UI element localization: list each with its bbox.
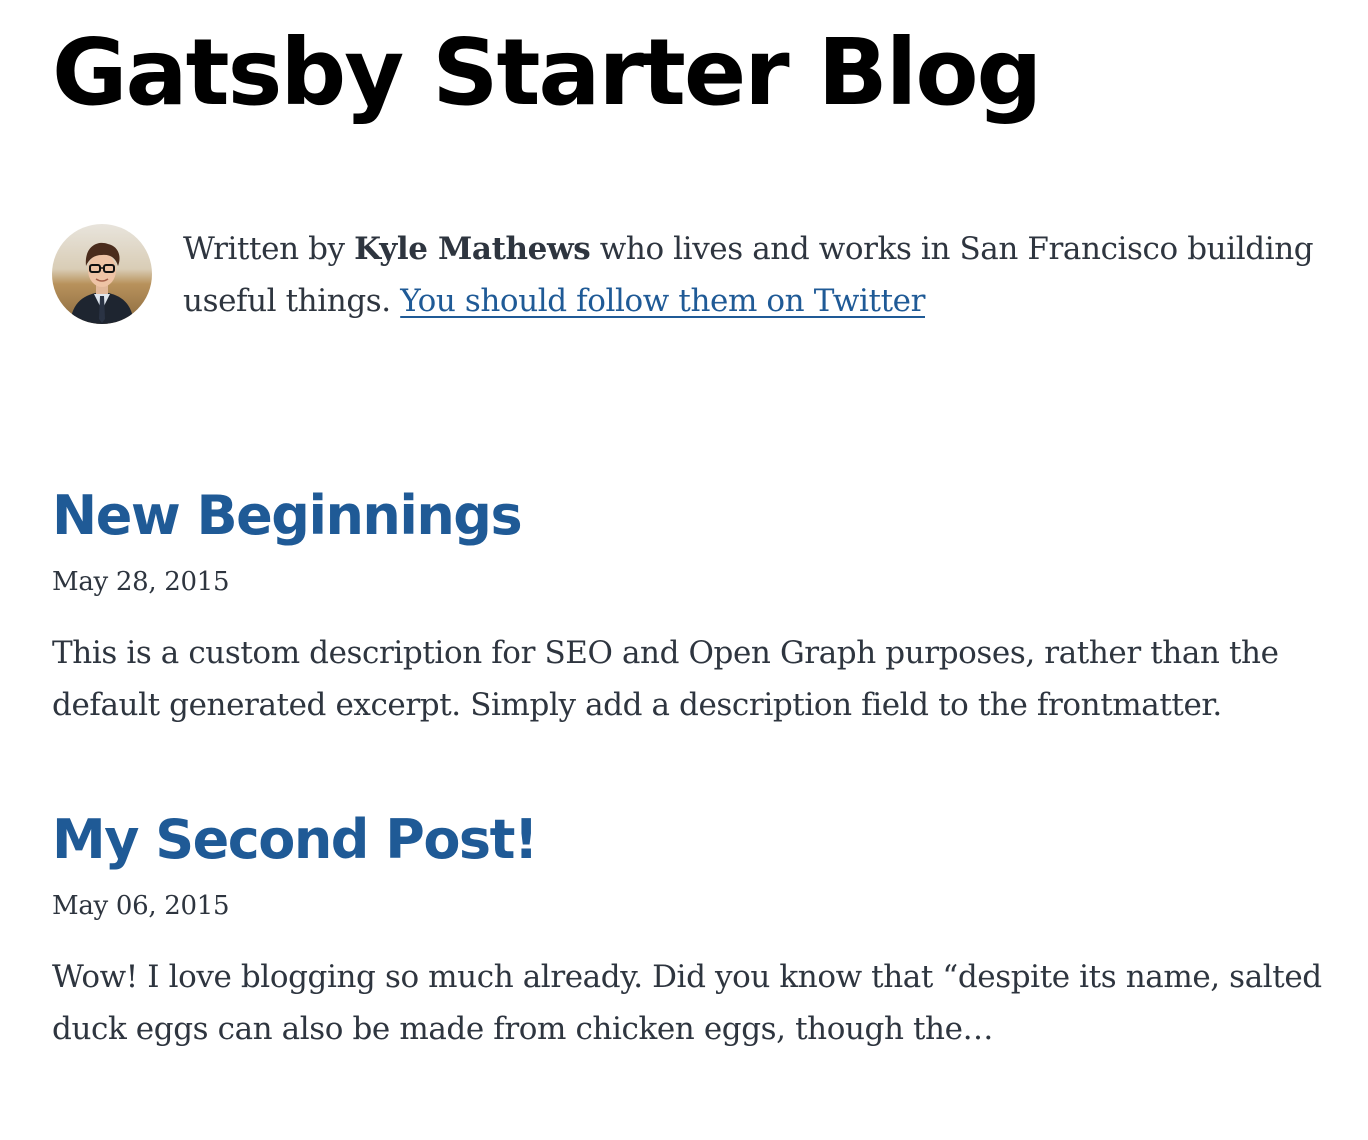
- avatar-photo-icon: [52, 224, 152, 324]
- post-date: May 06, 2015: [52, 890, 230, 921]
- post-item: New Beginnings May 28, 2015 This is a cu…: [52, 484, 1322, 731]
- author-name: Kyle Mathews: [354, 231, 591, 267]
- bio-prefix: Written by: [183, 231, 355, 267]
- twitter-link[interactable]: You should follow them on Twitter: [400, 283, 925, 319]
- post-date: May 28, 2015: [52, 566, 230, 597]
- author-bio: Written by Kyle Mathews who lives and wo…: [52, 224, 1332, 327]
- post-title-link[interactable]: New Beginnings: [52, 484, 523, 549]
- site-title[interactable]: Gatsby Starter Blog: [52, 22, 1042, 123]
- post-excerpt: Wow! I love blogging so much already. Di…: [52, 958, 1322, 1047]
- post-item: My Second Post! May 06, 2015 Wow! I love…: [52, 808, 1322, 1055]
- bio-text: Written by Kyle Mathews who lives and wo…: [183, 223, 1332, 327]
- author-avatar: [52, 224, 152, 324]
- post-excerpt: This is a custom description for SEO and…: [52, 634, 1279, 723]
- post-title-link[interactable]: My Second Post!: [52, 808, 539, 873]
